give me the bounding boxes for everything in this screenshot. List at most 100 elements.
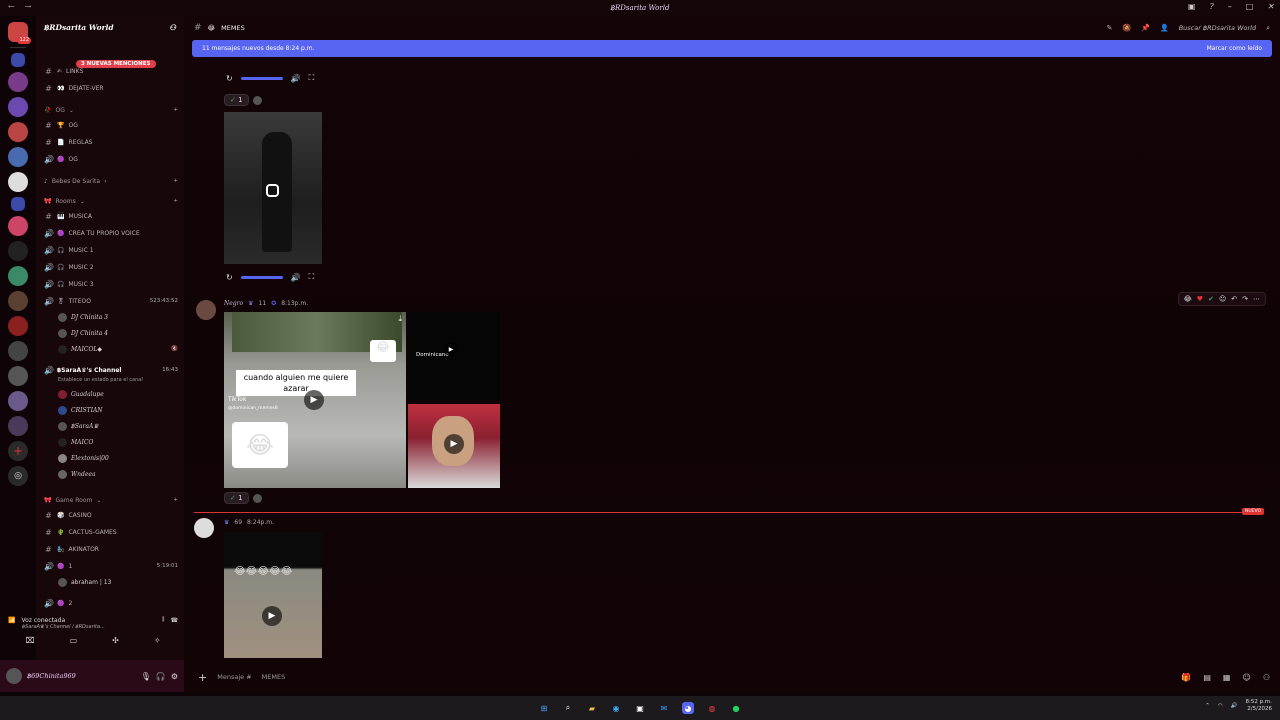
voice-user[interactable]: ฿SaraA♛	[58, 419, 178, 433]
server-icon[interactable]	[8, 72, 28, 92]
inbox-icon[interactable]: ▣	[1188, 2, 1196, 11]
headphones-icon[interactable]: 🎧	[156, 672, 166, 681]
activities-icon[interactable]: ✣	[112, 636, 119, 645]
channel-titeo[interactable]: 🔊 🎖 TITEOO 523:43:52	[44, 294, 178, 308]
reaction-check[interactable]: ✓ 1	[224, 94, 249, 106]
search-input[interactable]: Buscar ฿RDsarita World	[1179, 24, 1256, 32]
voice-user[interactable]: Elextonis|00	[58, 451, 178, 465]
start-icon[interactable]: ⊞	[538, 702, 550, 714]
emoji-icon[interactable]: ☺	[1242, 673, 1250, 682]
edge-icon[interactable]: ◉	[610, 702, 622, 714]
category-game-room[interactable]: 🎀 Game Room ⌄ +	[44, 493, 178, 507]
invite-icon[interactable]: ⚇	[169, 23, 176, 32]
settings-gear-icon[interactable]: ⚙	[171, 672, 178, 681]
video-thumbnail[interactable]: Dominicano ▶	[408, 312, 500, 400]
server-icon[interactable]	[8, 122, 28, 142]
channel-og-voice[interactable]: 🔊 🟣 OG	[44, 152, 178, 166]
members-icon[interactable]: 👤	[1160, 24, 1169, 32]
server-icon[interactable]	[8, 366, 28, 386]
channel-1[interactable]: 🔊 🟣 1 5:19:01	[44, 559, 178, 573]
new-messages-bar[interactable]: 11 mensajes nuevos desde 8:24 p.m. Marca…	[192, 40, 1272, 57]
add-reaction-icon[interactable]	[252, 493, 262, 503]
channel-og[interactable]: # 🏆 OG	[44, 118, 178, 132]
help-icon[interactable]: ?	[1209, 2, 1213, 11]
tiktok-video[interactable]: cuando alguien me quiere azarar 😂 😂 TikT…	[224, 312, 406, 488]
volume-icon[interactable]: 🔊	[1231, 703, 1238, 709]
microphone-icon[interactable]: 🎙	[141, 672, 151, 681]
pin-icon[interactable]: 📌	[1141, 24, 1150, 32]
back-icon[interactable]: ←	[8, 2, 15, 11]
avatar[interactable]	[194, 518, 214, 538]
channel-music-1[interactable]: 🔊 🎧 MUSIC 1	[44, 243, 178, 257]
screen-share-icon[interactable]: ▭	[70, 636, 78, 645]
voice-user[interactable]: CRISTIAN	[58, 403, 178, 417]
volume-slider[interactable]	[240, 76, 283, 80]
store-icon[interactable]: ▣	[634, 702, 646, 714]
channel-cactus[interactable]: # 🌵 CACTUS-GAMES	[44, 525, 178, 539]
channel-akinator[interactable]: # 🧞 AKINATOR	[44, 542, 178, 556]
add-reaction-icon[interactable]	[252, 95, 262, 105]
gift-icon[interactable]: 🎁	[1181, 673, 1191, 682]
wifi-icon[interactable]: ◠	[1218, 703, 1223, 709]
avatar[interactable]	[196, 300, 216, 320]
download-icon[interactable]: ⤓	[398, 314, 402, 324]
sticker-icon[interactable]: ▦	[1223, 673, 1231, 682]
forward-icon[interactable]: ↷	[1242, 295, 1248, 303]
channel-crea-voice[interactable]: 🔊 🟣 CREA TU PROPIO VOICE	[44, 226, 178, 240]
chevron-up-icon[interactable]: ⌃	[1205, 703, 1210, 709]
close-icon[interactable]: ✕	[1267, 2, 1274, 11]
server-icon[interactable]	[8, 172, 28, 192]
voice-user[interactable]: Wndeea	[58, 467, 178, 481]
emoji-reaction-icon[interactable]: 😂	[1184, 295, 1192, 303]
voice-user[interactable]: MAICO	[58, 435, 178, 449]
play-icon[interactable]: ▶	[444, 342, 458, 356]
voice-channel-name[interactable]: ฿SaraA♛'s Channel / ฿RDsarita...	[22, 624, 178, 630]
server-icon[interactable]	[8, 147, 28, 167]
server-icon[interactable]	[8, 291, 28, 311]
message-composer[interactable]: + Mensaje # MEMES 🎁 ▤ ▦ ☺ ⚇	[194, 666, 1274, 688]
channel-dejate-ver[interactable]: # 👀 DEJATE-VER	[44, 81, 178, 95]
mark-read-button[interactable]: Marcar como leído	[1207, 45, 1262, 52]
instagram-video[interactable]	[224, 112, 322, 264]
replay-icon[interactable]: ↻	[226, 74, 233, 83]
username[interactable]: ฿69Chinita969	[27, 672, 76, 680]
chrome-icon[interactable]: ◍	[706, 702, 718, 714]
disconnect-icon[interactable]: ☎	[171, 617, 178, 624]
discover-icon[interactable]: ◎	[8, 466, 28, 486]
threads-icon[interactable]: ✎	[1107, 24, 1113, 32]
voice-user[interactable]: DJ Chinita 3	[58, 310, 178, 324]
play-icon[interactable]: ▶	[262, 606, 282, 626]
server-icon[interactable]	[8, 241, 28, 261]
voice-user[interactable]: DJ Chinita 4	[58, 326, 178, 340]
volume-icon[interactable]: 🔊	[291, 273, 301, 282]
server-folder[interactable]	[11, 53, 25, 67]
video-attachment[interactable]: 😂😂😂😂😂 ▶	[224, 532, 322, 658]
category-og[interactable]: 🥀 OG ⌄ +	[44, 103, 178, 117]
server-icon[interactable]	[8, 341, 28, 361]
channel-2[interactable]: 🔊 🟣 2	[44, 596, 178, 610]
server-icon[interactable]	[8, 391, 28, 411]
discord-icon[interactable]: ◕	[682, 702, 694, 714]
fullscreen-icon[interactable]: ⛶	[309, 272, 315, 282]
gif-icon[interactable]: ▤	[1203, 673, 1211, 682]
search-icon[interactable]: ⌕	[1266, 24, 1270, 33]
server-icon[interactable]	[8, 97, 28, 117]
add-channel-icon[interactable]: +	[173, 497, 178, 503]
apps-icon[interactable]: ⚇	[1263, 673, 1270, 682]
play-icon[interactable]: ▶	[304, 390, 324, 410]
add-channel-icon[interactable]: +	[173, 107, 178, 113]
server-folder[interactable]	[11, 197, 25, 211]
add-channel-icon[interactable]: +	[173, 178, 178, 184]
server-icon[interactable]	[8, 416, 28, 436]
clock[interactable]: 8:52 p.m. 2/5/2026	[1246, 699, 1272, 713]
add-reaction-icon[interactable]: ☺	[1219, 295, 1226, 303]
maximize-icon[interactable]: □	[1246, 2, 1254, 11]
channel-music-3[interactable]: 🔊 🎧 MUSIC 3	[44, 277, 178, 291]
server-icon[interactable]	[8, 316, 28, 336]
voice-user[interactable]: MAICOL◆ 🔇	[58, 342, 178, 356]
noise-icon[interactable]: ⫼	[162, 616, 165, 624]
forward-icon[interactable]: →	[25, 2, 32, 11]
channel-music-2[interactable]: 🔊 🎧 MUSIC 2	[44, 260, 178, 274]
search-icon[interactable]: ⌕	[562, 702, 574, 714]
channel-links[interactable]: # ✍ LINKS	[44, 64, 178, 78]
